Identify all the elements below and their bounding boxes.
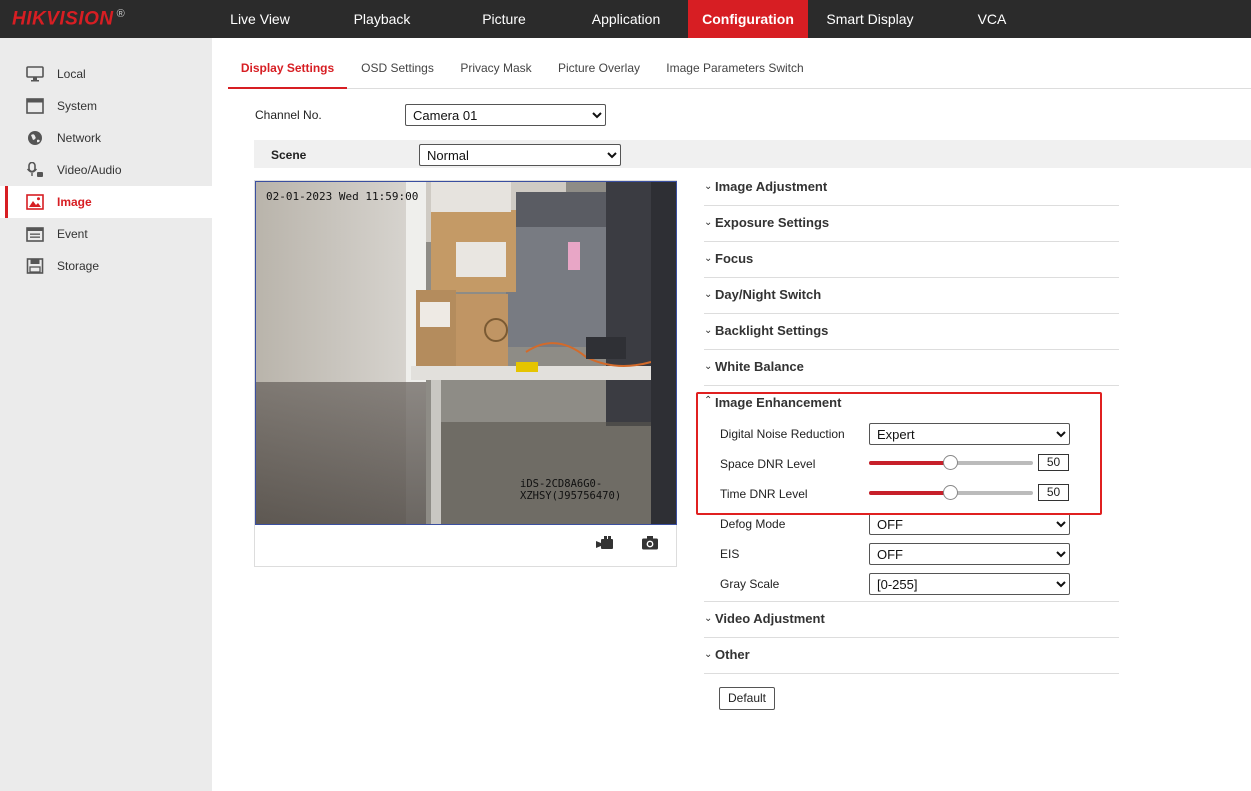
defog-select[interactable]: OFF (869, 513, 1070, 535)
video-timestamp: 02-01-2023 Wed 11:59:00 (266, 190, 419, 203)
eis-select[interactable]: OFF (869, 543, 1070, 565)
space-dnr-value[interactable]: 50 (1038, 454, 1069, 471)
section-title: White Balance (715, 359, 804, 374)
tab-image-parameters-switch[interactable]: Image Parameters Switch (662, 50, 808, 89)
sidebar-item-label: Video/Audio (57, 163, 122, 177)
camera-snapshot-icon[interactable] (641, 535, 659, 551)
sidebar-item-event[interactable]: Event (0, 218, 212, 250)
section-other[interactable]: ⌄ Other (704, 638, 1119, 674)
section-title: Backlight Settings (715, 323, 829, 338)
space-dnr-slider[interactable] (869, 455, 1033, 470)
sidebar-item-local[interactable]: Local (0, 58, 212, 90)
section-title: Focus (715, 251, 754, 266)
scene-select[interactable]: Normal (419, 144, 621, 166)
channel-select[interactable]: Camera 01 (405, 104, 606, 126)
section-white-balance[interactable]: ⌄ White Balance (704, 350, 1119, 386)
section-title: Other (715, 647, 750, 662)
globe-icon (28, 131, 42, 145)
scene-row (254, 140, 1251, 168)
eis-label: EIS (720, 547, 740, 561)
chevron-down-icon: ⌄ (704, 217, 713, 228)
nav-smart-display[interactable]: Smart Display (812, 0, 928, 38)
gray-scale-label: Gray Scale (720, 577, 780, 591)
nav-playback[interactable]: Playback (334, 0, 430, 38)
time-dnr-value[interactable]: 50 (1038, 484, 1069, 501)
hikvision-logo: HIKVISION ® (12, 8, 126, 30)
chevron-down-icon: ⌄ (704, 253, 713, 264)
chevron-down-icon: ⌄ (704, 181, 713, 192)
section-backlight-settings[interactable]: ⌄ Backlight Settings (704, 314, 1119, 350)
top-nav-bar: HIKVISION ® Live View Playback Picture Ap… (0, 0, 1251, 38)
section-exposure-settings[interactable]: ⌄ Exposure Settings (704, 206, 1119, 242)
slider-fill (869, 491, 949, 495)
sidebar-item-storage[interactable]: Storage (0, 250, 212, 282)
disk-icon (26, 258, 44, 274)
sidebar-item-label: System (57, 99, 98, 113)
calendar-icon (26, 227, 44, 242)
sidebar-item-video-audio[interactable]: Video/Audio (0, 154, 212, 186)
dnr-select[interactable]: Expert (869, 423, 1070, 445)
slider-thumb[interactable] (943, 455, 958, 470)
tab-osd-settings[interactable]: OSD Settings (356, 50, 439, 89)
sidebar-item-network[interactable]: Network (0, 122, 212, 154)
gray-scale-select[interactable]: [0-255] (869, 573, 1070, 595)
sidebar-item-label: Image (57, 195, 92, 209)
section-title: Image Enhancement (715, 395, 842, 410)
sidebar-item-label: Network (57, 131, 102, 145)
nav-picture[interactable]: Picture (456, 0, 552, 38)
live-video[interactable]: 02-01-2023 Wed 11:59:00 iDS-2CD8A6G0-XZH… (255, 181, 677, 525)
time-dnr-slider[interactable] (869, 485, 1033, 500)
time-dnr-label: Time DNR Level (720, 487, 808, 501)
sidebar-item-image[interactable]: Image (0, 186, 212, 218)
image-icon (26, 194, 44, 210)
sidebar-item-system[interactable]: System (0, 90, 212, 122)
nav-vca[interactable]: VCA (944, 0, 1040, 38)
tab-privacy-mask[interactable]: Privacy Mask (456, 50, 536, 89)
window-icon (26, 98, 44, 114)
section-title: Day/Night Switch (715, 287, 822, 302)
scene-label: Scene (271, 148, 307, 162)
monitor-icon (26, 66, 44, 82)
nav-live-view[interactable]: Live View (212, 0, 308, 38)
video-camera-name: iDS-2CD8A6G0-XZHSY(J95756470) (520, 478, 622, 502)
section-day-night-switch[interactable]: ⌄ Day/Night Switch (704, 278, 1119, 314)
nav-application[interactable]: Application (578, 0, 674, 38)
chevron-up-icon: ⌃ (704, 395, 713, 406)
section-title: Image Adjustment (715, 179, 828, 194)
sub-tab-bar: Display Settings OSD Settings Privacy Ma… (228, 50, 1251, 89)
section-image-enhancement[interactable]: ⌃ Image Enhancement (704, 386, 1119, 416)
space-dnr-label: Space DNR Level (720, 457, 816, 471)
defog-label: Defog Mode (720, 517, 786, 531)
sidebar-item-label: Storage (57, 259, 100, 273)
chevron-down-icon: ⌄ (704, 613, 713, 624)
camera-image (256, 182, 676, 524)
slider-fill (869, 461, 949, 465)
default-button[interactable]: Default (719, 687, 775, 710)
chevron-down-icon: ⌄ (704, 649, 713, 660)
sidebar-item-label: Event (57, 227, 88, 241)
tab-picture-overlay[interactable]: Picture Overlay (553, 50, 645, 89)
video-preview-panel: 02-01-2023 Wed 11:59:00 iDS-2CD8A6G0-XZH… (254, 180, 677, 567)
section-focus[interactable]: ⌄ Focus (704, 242, 1119, 278)
chevron-down-icon: ⌄ (704, 325, 713, 336)
chevron-down-icon: ⌄ (704, 289, 713, 300)
section-title: Video Adjustment (715, 611, 825, 626)
channel-label: Channel No. (255, 108, 322, 122)
section-image-adjustment[interactable]: ⌄ Image Adjustment (704, 170, 1119, 206)
sidebar: Local System Network Video/Audio Image E… (0, 38, 212, 791)
slider-thumb[interactable] (943, 485, 958, 500)
nav-configuration[interactable]: Configuration (688, 0, 808, 38)
section-video-adjustment[interactable]: ⌄ Video Adjustment (704, 602, 1119, 638)
chevron-down-icon: ⌄ (704, 361, 713, 372)
microphone-icon (26, 162, 43, 177)
section-title: Exposure Settings (715, 215, 830, 230)
sidebar-item-label: Local (57, 67, 86, 81)
dnr-label: Digital Noise Reduction (720, 427, 845, 441)
record-icon[interactable] (596, 535, 614, 551)
tab-display-settings[interactable]: Display Settings (228, 50, 347, 89)
